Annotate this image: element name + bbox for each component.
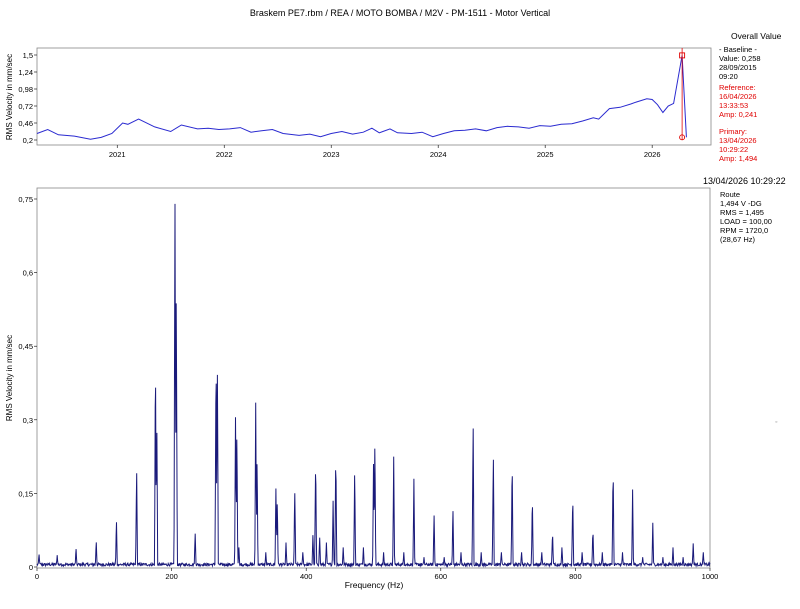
spectrum-xtick-label: 1000 <box>702 572 719 581</box>
spectrum-marker-icon: ◦ <box>775 419 777 426</box>
spectrum-ytick-label: 0,3 <box>23 416 33 425</box>
spectrum-ytick-label: 0,6 <box>23 269 33 278</box>
spectrum-xtick-label: 0 <box>35 572 39 581</box>
spectrum-xtick-label: 800 <box>569 572 582 581</box>
spectrum-xtick-label: 200 <box>165 572 178 581</box>
spectrum-xlabel: Frequency (Hz) <box>345 580 404 590</box>
spectrum-xtick-label: 600 <box>435 572 448 581</box>
spectrum-chart[interactable]: 0,75 0,6 0,45 0,3 0,15 0 0 200 400 600 800 1000 RM… <box>0 0 800 609</box>
spectrum-series-line <box>36 203 711 568</box>
spectrum-ylabel: RMS Velocity in mm/sec <box>5 335 14 421</box>
spectrum-ytick-label: 0,75 <box>18 195 33 204</box>
spectrum-xtick-label: 400 <box>300 572 313 581</box>
spectrum-ytick-label: 0 <box>29 563 33 572</box>
spectrum-ytick-label: 0,15 <box>18 489 33 498</box>
spectrum-ytick-label: 0,45 <box>18 342 33 351</box>
